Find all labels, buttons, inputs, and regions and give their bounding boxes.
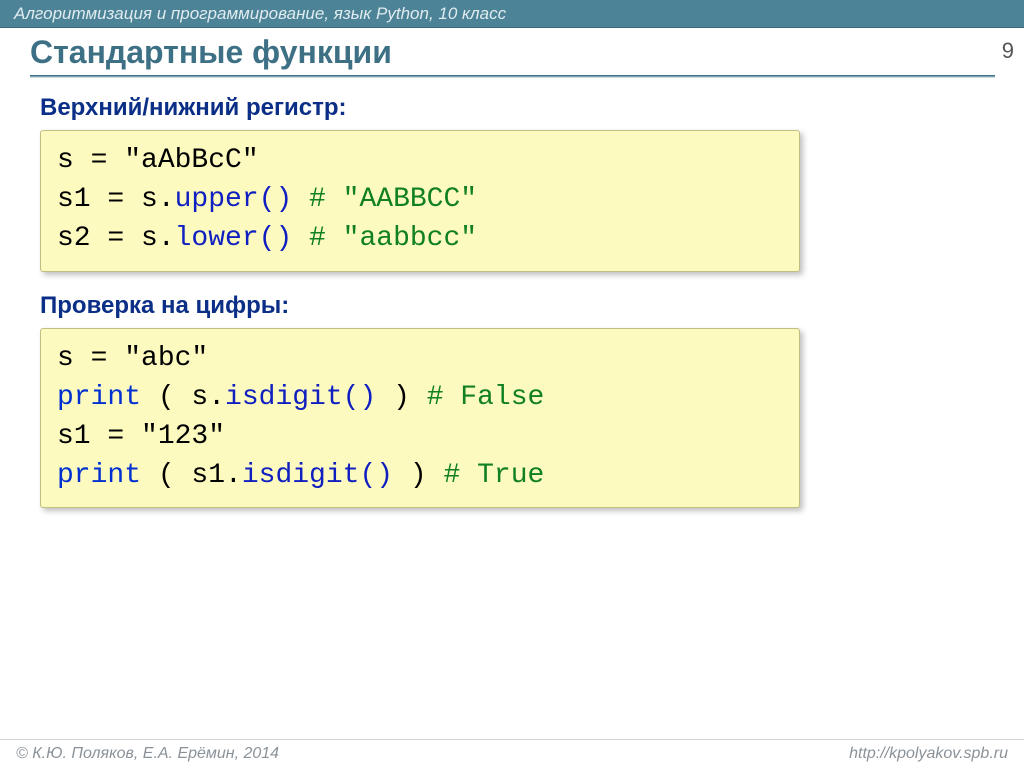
code-text: ( s1. — [141, 460, 242, 491]
code-method: isdigit() — [242, 460, 393, 491]
title-rule — [30, 75, 995, 78]
code-comment: # "aabbcc" — [292, 223, 477, 254]
code-keyword: print — [57, 382, 141, 413]
code-line: s = "abc" — [57, 339, 783, 378]
code-text: s = — [57, 343, 124, 374]
code-text: ( s. — [141, 382, 225, 413]
section2-heading: Проверка на цифры: — [40, 292, 996, 320]
footer-copyright: © К.Ю. Поляков, Е.А. Ерёмин, 2014 — [16, 745, 279, 763]
section1-heading: Верхний/нижний регистр: — [40, 94, 996, 122]
code-method: upper() — [175, 184, 293, 215]
code-string: "abc" — [124, 343, 208, 374]
code-text: ) — [393, 460, 443, 491]
code-line: s1 = "123" — [57, 417, 783, 456]
code-string: "aAbBcC" — [124, 145, 258, 176]
code-string: "123" — [141, 421, 225, 452]
header-bar: Алгоритмизация и программирование, язык … — [0, 0, 1024, 28]
footer: © К.Ю. Поляков, Е.А. Ерёмин, 2014 http:/… — [0, 739, 1024, 767]
code-comment: # False — [427, 382, 545, 413]
code-method: isdigit() — [225, 382, 376, 413]
code-keyword: print — [57, 460, 141, 491]
code-line: s1 = s.upper() # "AABBCC" — [57, 180, 783, 219]
code-text: ) — [376, 382, 426, 413]
title-section: Стандартные функции — [0, 34, 1024, 84]
footer-url: http://kpolyakov.spb.ru — [849, 745, 1008, 763]
code-box-1: s = "aAbBcC" s1 = s.upper() # "AABBCC" s… — [40, 130, 800, 272]
code-line: s2 = s.lower() # "aabbcc" — [57, 219, 783, 258]
content-area: Верхний/нижний регистр: s = "aAbBcC" s1 … — [0, 84, 1024, 526]
code-method: lower() — [175, 223, 293, 254]
code-line: print ( s1.isdigit() ) # True — [57, 456, 783, 495]
slide-title: Стандартные функции — [30, 34, 1024, 71]
code-comment: # True — [444, 460, 545, 491]
code-line: print ( s.isdigit() ) # False — [57, 378, 783, 417]
code-comment: # "AABBCC" — [292, 184, 477, 215]
code-box-2: s = "abc" print ( s.isdigit() ) # False … — [40, 328, 800, 509]
code-text: s = — [57, 145, 124, 176]
code-text: s1 = s. — [57, 184, 175, 215]
code-text: s1 = — [57, 421, 141, 452]
course-line: Алгоритмизация и программирование, язык … — [14, 4, 506, 24]
code-text: s2 = s. — [57, 223, 175, 254]
code-line: s = "aAbBcC" — [57, 141, 783, 180]
